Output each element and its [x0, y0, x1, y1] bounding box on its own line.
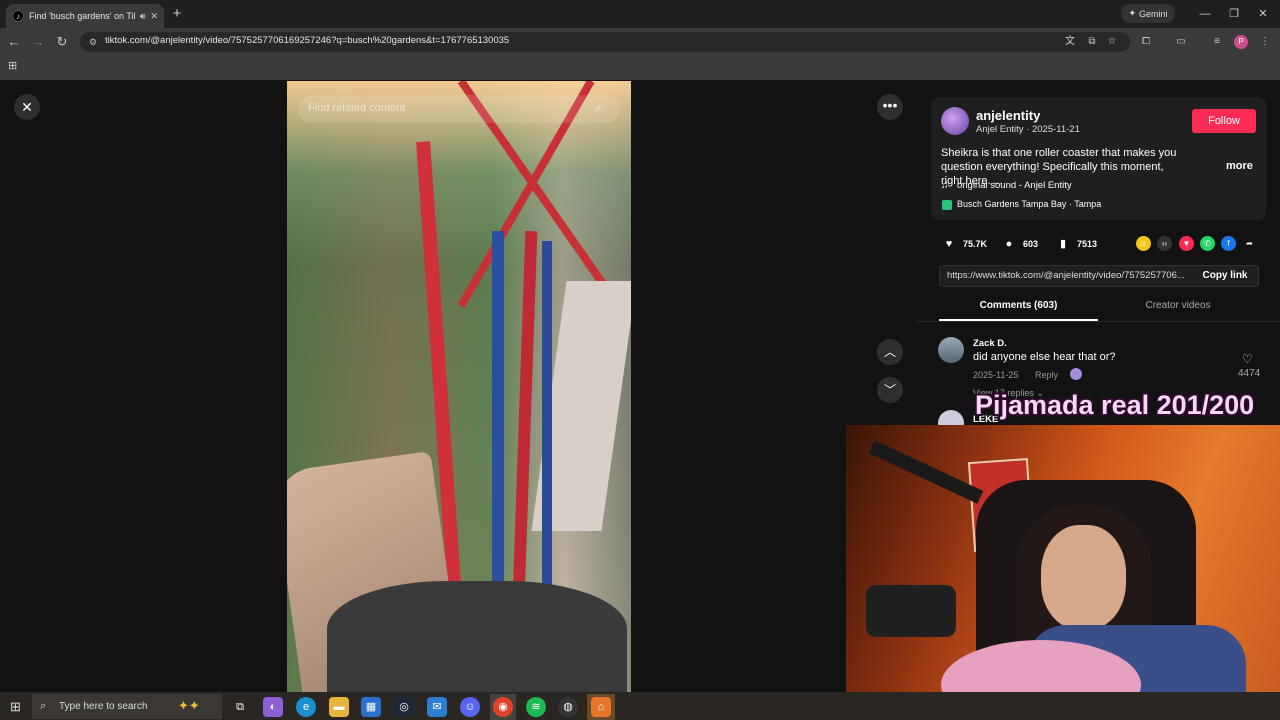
tab-comments[interactable]: Comments (603) [939, 300, 1098, 320]
webcam-overlay [846, 425, 1280, 720]
more-options-button[interactable]: ••• [877, 94, 903, 120]
microphone [866, 585, 956, 637]
close-window-button[interactable]: ✕ [1253, 5, 1273, 23]
search-icon: ⌕ [40, 700, 47, 712]
close-video-button[interactable]: ✕ [14, 94, 40, 120]
location-icon [942, 200, 952, 210]
heart-icon[interactable]: ♥ [941, 236, 957, 252]
speaker-icon[interactable]: 🔊︎ [140, 11, 146, 22]
mail-icon[interactable]: ✉ [427, 697, 447, 717]
mic-arm [868, 440, 984, 504]
task-view-icon[interactable]: ⧉ [230, 697, 250, 717]
site-info-icon[interactable]: ⚙ [87, 36, 99, 48]
video-player[interactable] [287, 81, 631, 692]
bookmarks-bar [0, 56, 1280, 80]
comment-avatar[interactable] [938, 337, 964, 363]
install-icon[interactable]: ⧉ [1084, 34, 1100, 50]
location-link[interactable]: Busch Gardens Tampa Bay · Tampa [957, 199, 1101, 209]
copy-link-button[interactable]: Copy link [1195, 266, 1255, 286]
sparkle-icon: ✦ [1128, 8, 1137, 18]
caption-more-button[interactable]: more [1226, 160, 1253, 172]
obs-icon[interactable]: ◍ [558, 697, 578, 717]
new-tab-button[interactable]: + [168, 5, 186, 23]
tab-title: Find 'busch gardens' on Tik [29, 11, 135, 21]
share-arrow-icon[interactable]: ➦ [1242, 236, 1257, 251]
creator-username[interactable]: anjelentity [976, 108, 1040, 123]
browser-tab-strip [0, 0, 1280, 28]
divider [917, 321, 1280, 322]
next-video-button[interactable]: ﹀ [877, 377, 903, 403]
store-icon[interactable]: ▦ [361, 697, 381, 717]
facebook-icon[interactable]: f [1221, 236, 1236, 251]
send-icon[interactable]: ▼ [1179, 236, 1194, 251]
back-arrow-icon[interactable]: ← [5, 33, 23, 51]
url-text[interactable]: tiktok.com/@anjelentity/video/7575257706… [105, 35, 509, 46]
repost-icon[interactable]: ☺ [1136, 236, 1151, 251]
browser-tab[interactable]: ♪ Find 'busch gardens' on Tik 🔊︎ ✕ [6, 4, 164, 28]
stream-overlay-text: Pijamada real 201/200 [975, 390, 1255, 420]
translate-icon[interactable]: 文 [1062, 34, 1078, 50]
steam-icon[interactable]: ◎ [394, 697, 414, 717]
tiktok-icon: ♪ [12, 10, 24, 22]
taskbar-search-placeholder: Type here to search [59, 701, 148, 712]
comment-date: 2025-11-25 [973, 370, 1019, 380]
streaming-app-icon[interactable]: ⌂ [591, 697, 611, 717]
bookmark-icon[interactable]: ▮ [1055, 236, 1071, 252]
maximize-button[interactable]: ❐ [1224, 5, 1244, 23]
embed-icon[interactable]: ‹› [1157, 236, 1172, 251]
whatsapp-icon[interactable]: ✆ [1200, 236, 1215, 251]
gemini-button[interactable]: ✦ Gemini [1121, 4, 1175, 23]
rider-shorts [327, 581, 627, 692]
reading-list-icon[interactable]: ≡ [1209, 34, 1225, 50]
comment-icon[interactable]: ● [1001, 236, 1017, 252]
reload-icon[interactable]: ↻ [53, 33, 71, 51]
spotify-icon[interactable]: ≋ [526, 697, 546, 717]
forward-arrow-icon[interactable]: → [29, 33, 47, 51]
creator-subline: Anjel Entity · 2025-11-21 [976, 124, 1080, 135]
comment-heart-icon[interactable]: ♡ [1242, 352, 1253, 366]
music-note-icon: ♫ [941, 180, 949, 191]
comment-count: 603 [1023, 239, 1039, 249]
bookmark-star-icon[interactable]: ☆ [1104, 34, 1120, 50]
follow-button[interactable]: Follow [1192, 109, 1256, 133]
related-search-placeholder: Find related content [308, 102, 406, 114]
coaster-track [542, 241, 552, 641]
tab-creator-videos[interactable]: Creator videos [1098, 300, 1258, 320]
close-tab-icon[interactable]: ✕ [150, 11, 158, 22]
comment-text: did anyone else hear that or? [973, 351, 1116, 363]
comment-author[interactable]: Zack D. [973, 338, 1007, 349]
comment-reply-button[interactable]: Reply [1035, 370, 1058, 380]
sparkle-icon: ✦✦ [178, 698, 200, 713]
comment-like-count: 4474 [1238, 368, 1261, 379]
search-icon[interactable]: ⌕ [595, 101, 602, 116]
sound-link[interactable]: original sound - Anjel Entity [957, 180, 1072, 191]
extensions-icon[interactable]: ⧠ [1138, 34, 1154, 50]
gemini-label: Gemini [1139, 8, 1168, 19]
side-panel-icon[interactable]: ▭ [1173, 34, 1189, 50]
creator-avatar[interactable] [941, 107, 969, 135]
apps-grid-icon[interactable]: ⊞ [8, 60, 20, 72]
like-count: 75.7K [963, 239, 988, 249]
menu-kebab-icon[interactable]: ⋮ [1257, 34, 1273, 50]
creator-liked-badge [1070, 368, 1082, 380]
file-explorer-icon[interactable]: ▬ [329, 697, 349, 717]
streamer-face [1041, 525, 1126, 630]
windows-start-icon[interactable]: ⊞ [10, 699, 21, 715]
discord-icon[interactable]: ☺ [460, 697, 480, 717]
previous-video-button[interactable]: ︿ [877, 339, 903, 365]
copilot-icon[interactable]: ◐ [263, 697, 283, 717]
video-link[interactable]: https://www.tiktok.com/@anjelentity/vide… [947, 270, 1190, 281]
edge-icon[interactable]: e [296, 697, 316, 717]
minimize-button[interactable]: — [1195, 5, 1215, 23]
chrome-icon[interactable]: ◉ [493, 697, 513, 717]
save-count: 7513 [1077, 239, 1098, 249]
profile-avatar[interactable]: P [1234, 35, 1248, 49]
